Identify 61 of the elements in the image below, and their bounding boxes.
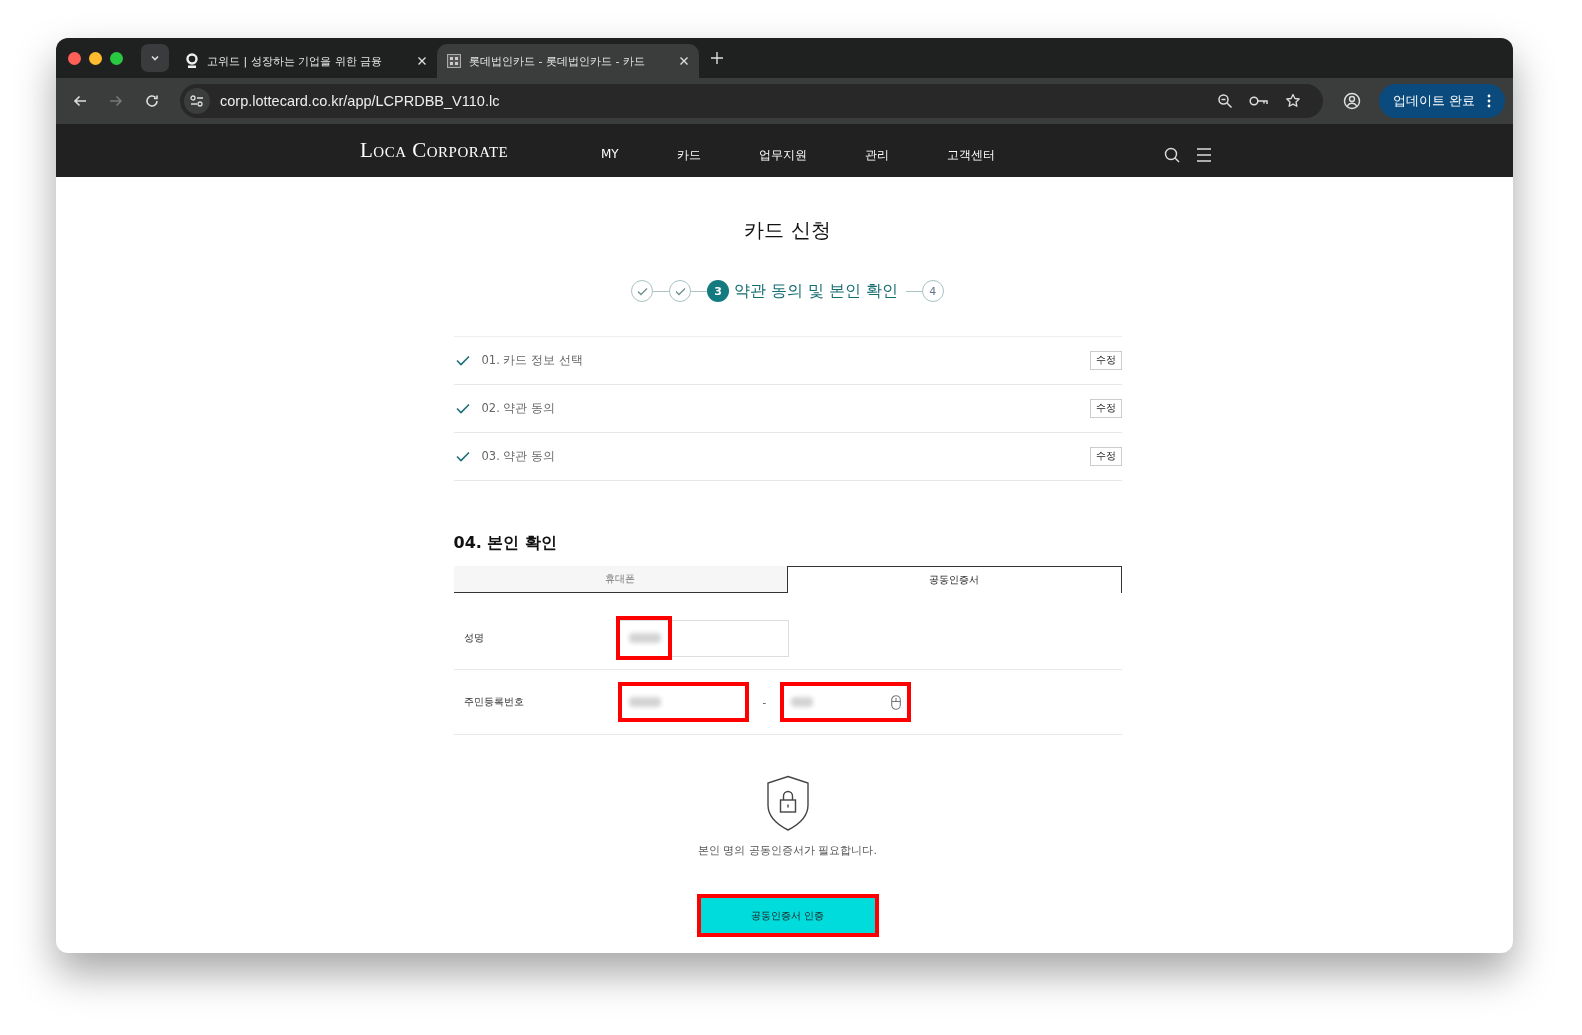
checkmark-icon — [455, 451, 470, 462]
close-icon[interactable] — [417, 56, 427, 66]
section-heading: 04. 본인 확인 — [453, 533, 558, 554]
close-icon[interactable] — [679, 56, 689, 66]
section-title: 03. 약관 동의 — [481, 449, 557, 464]
minimize-window-button[interactable] — [89, 51, 102, 65]
input-field[interactable] — [617, 682, 749, 722]
tab[interactable]: 공동인증서 — [786, 566, 1122, 593]
step-number: 4 — [921, 280, 944, 302]
certificate-button[interactable]: 공동인증서 인증 — [700, 898, 875, 933]
site-settings-icon[interactable] — [184, 88, 210, 114]
address-bar[interactable]: corp.lottecard.co.kr/app/LCPRDBB_V110.lc — [180, 84, 1324, 118]
input-field[interactable] — [780, 682, 912, 722]
search-icon[interactable] — [1163, 146, 1180, 163]
checkmark-icon — [455, 355, 470, 366]
shield-lock-icon — [765, 775, 810, 831]
notice-text: 본인 명의 공동인증서가 필요합니다. — [697, 843, 878, 858]
page-title: 카드 신청 — [743, 217, 832, 244]
reload-icon[interactable] — [144, 93, 160, 109]
tab[interactable]: 휴대폰 — [453, 566, 787, 593]
new-tab-icon[interactable] — [711, 52, 723, 64]
field-label: 성명 — [462, 631, 485, 645]
checkmark-icon — [455, 403, 470, 414]
browser-tab[interactable]: 롯데법인카드 - 롯데법인카드 - 카드 — [437, 44, 699, 78]
nav-link[interactable]: 카드 — [647, 147, 730, 164]
nav-link[interactable]: 관리 — [835, 147, 918, 164]
update-button[interactable]: 업데이트 완료 — [1379, 84, 1505, 118]
edit-button[interactable]: 수정 — [1089, 351, 1122, 370]
edit-button[interactable]: 수정 — [1089, 399, 1122, 418]
tab-title: 고위드 | 성장하는 기업을 위한 금융 — [207, 53, 384, 69]
more-icon[interactable] — [1487, 94, 1491, 108]
back-icon[interactable] — [72, 93, 88, 109]
blurred-value — [791, 697, 814, 707]
forward-icon[interactable] — [108, 93, 124, 109]
profile-icon[interactable] — [1343, 92, 1362, 110]
nav-link[interactable]: MY — [572, 147, 648, 164]
blurred-value — [628, 697, 661, 707]
edit-button[interactable]: 수정 — [1089, 447, 1122, 466]
key-icon[interactable] — [1249, 95, 1270, 107]
close-window-button[interactable] — [68, 51, 81, 65]
menu-icon[interactable] — [1195, 147, 1212, 162]
site-logo[interactable]: Loca Corporate — [360, 138, 566, 163]
nav-link[interactable]: 업무지원 — [729, 147, 836, 164]
separator-text: - — [762, 696, 767, 708]
tab-favicon-icon — [447, 54, 461, 68]
step-label: 약관 동의 및 본인 확인 — [734, 280, 898, 302]
url-text: corp.lottecard.co.kr/app/LCPRDBB_V110.lc — [220, 93, 500, 109]
zoom-window-button[interactable] — [110, 51, 123, 65]
blurred-value — [628, 633, 661, 643]
bookmark-star-icon[interactable] — [1285, 93, 1302, 109]
step-number: 3 — [707, 280, 730, 302]
tab-favicon-icon — [185, 53, 199, 69]
mouse-icon[interactable] — [891, 694, 902, 710]
nav-link[interactable]: 고객센터 — [917, 147, 1024, 164]
tab-title: 롯데법인카드 - 롯데법인카드 - 카드 — [469, 53, 646, 69]
section-title: 01. 카드 정보 선택 — [481, 353, 584, 368]
browser-tab[interactable]: 고위드 | 성장하는 기업을 위한 금융 — [175, 44, 437, 78]
tab-list-button[interactable] — [141, 44, 169, 72]
section-title: 02. 약관 동의 — [481, 401, 557, 416]
field-label: 주민등록번호 — [462, 695, 525, 709]
zoom-icon[interactable] — [1217, 93, 1234, 109]
